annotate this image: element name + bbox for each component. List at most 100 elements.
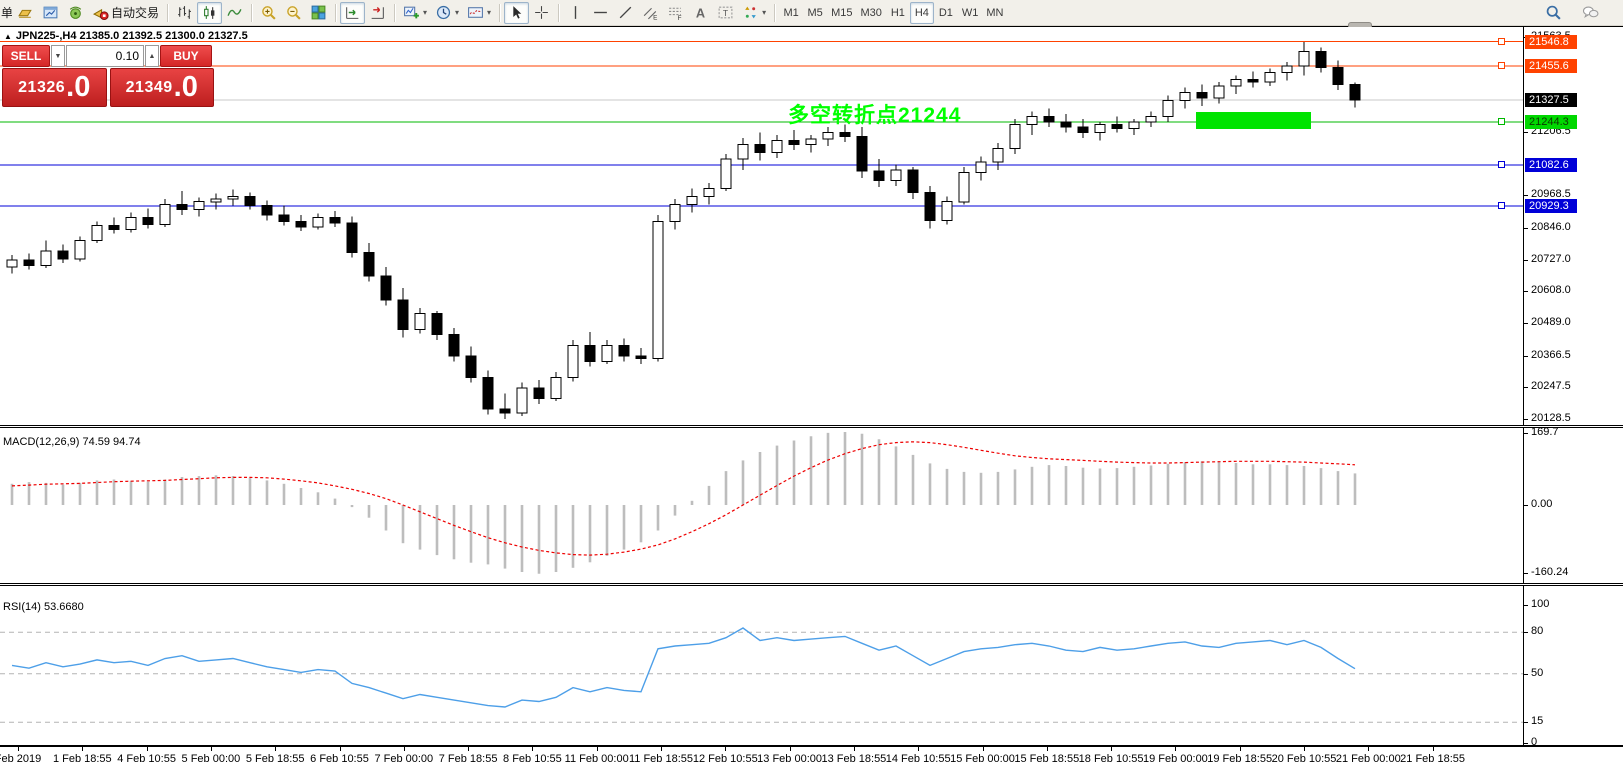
hline-drag-handle[interactable] (1498, 62, 1505, 69)
indicators-add-button[interactable]: ▾ (399, 2, 431, 24)
tab-timeframe-D1[interactable]: D1 (934, 2, 958, 24)
sell-price-button[interactable]: 21326 .0 (2, 68, 107, 107)
price-tick-mark (1524, 323, 1528, 324)
buy-price-int: 21349 (126, 79, 173, 97)
auto-scroll-button[interactable] (340, 2, 365, 24)
rsi-canvas[interactable] (0, 586, 1523, 745)
text-button[interactable] (688, 2, 713, 24)
candlestick-chart-button[interactable] (197, 2, 222, 24)
trendline-button[interactable] (613, 2, 638, 24)
chat-button[interactable] (1578, 2, 1603, 24)
current-price-label: 21327.5 (1525, 93, 1577, 107)
time-axis[interactable]: Feb 20191 Feb 18:554 Feb 10:555 Feb 00:0… (0, 747, 1523, 771)
macd-canvas[interactable] (0, 428, 1523, 583)
time-axis-label: 18 Feb 10:55 (1079, 753, 1144, 765)
pane-splitter-grip[interactable] (1348, 22, 1372, 27)
zoom-in-button[interactable] (256, 2, 281, 24)
hline-drag-handle[interactable] (1498, 38, 1505, 45)
macd-pane[interactable] (0, 428, 1523, 583)
chart-shift-button[interactable] (365, 2, 390, 24)
dropdown-caret-icon[interactable]: ▾ (762, 9, 766, 17)
gold-ingot-button[interactable] (13, 2, 38, 24)
tab-timeframe-M5[interactable]: M5 (803, 2, 827, 24)
autotrading-megaphone-button[interactable]: 自动交易 (88, 2, 163, 24)
volume-decrease-button[interactable]: ▼ (51, 45, 65, 67)
tab-timeframe-M15[interactable]: M15 (827, 2, 856, 24)
crosshair-button[interactable] (529, 2, 554, 24)
tab-timeframe-H1[interactable]: H1 (886, 2, 910, 24)
fibonacci-button[interactable] (663, 2, 688, 24)
fibonacci-icon (667, 4, 684, 21)
arrows-button[interactable]: ▾ (738, 2, 770, 24)
hline-drag-handle[interactable] (1498, 118, 1505, 125)
tile-windows-button[interactable] (306, 2, 331, 24)
equidistant-channel-button[interactable] (638, 2, 663, 24)
tab-timeframe-MN[interactable]: MN (982, 2, 1007, 24)
volume-increase-button[interactable]: ▲ (145, 45, 159, 67)
tab-timeframe-W1[interactable]: W1 (958, 2, 983, 24)
time-tick-mark (918, 747, 919, 751)
search-button[interactable] (1541, 2, 1566, 24)
hline-drag-handle[interactable] (1498, 202, 1505, 209)
price-tick: 20247.5 (1531, 380, 1571, 392)
button-label: W1 (962, 7, 979, 19)
tab-timeframe-M1[interactable]: M1 (779, 2, 803, 24)
price-level-label: 21244.3 (1525, 115, 1577, 129)
toolbar-separator (499, 4, 500, 22)
time-tick-mark (468, 747, 469, 751)
new-order[interactable]: 单 (0, 2, 13, 24)
cursor-button[interactable] (504, 2, 529, 24)
time-tick-mark (532, 747, 533, 751)
text-label-icon (717, 4, 734, 21)
tab-timeframe-M30[interactable]: M30 (856, 2, 885, 24)
price-level-label: 20929.3 (1525, 199, 1577, 213)
time-tick-mark (1175, 747, 1176, 751)
sell-button[interactable]: SELL (2, 45, 50, 67)
dropdown-caret-icon[interactable]: ▾ (455, 9, 459, 17)
pane-separator[interactable] (0, 583, 1623, 586)
hline-drag-handle[interactable] (1498, 161, 1505, 168)
vertical-line-button[interactable] (563, 2, 588, 24)
time-axis-label: 5 Feb 00:00 (182, 753, 241, 765)
buy-button[interactable]: BUY (160, 45, 212, 67)
chart-window-icon (42, 4, 59, 21)
time-tick-mark (18, 747, 19, 751)
line-chart-button[interactable] (222, 2, 247, 24)
dropdown-caret-icon[interactable]: ▾ (487, 9, 491, 17)
zoom-out-button[interactable] (281, 2, 306, 24)
mt4-application-window: 单自动交易▾▾▾▾M1M5M15M30H1H4D1W1MN ▲ JPN225-,… (0, 0, 1623, 771)
buy-price-button[interactable]: 21349 .0 (110, 68, 215, 107)
main-chart-pane[interactable] (0, 28, 1523, 425)
volume-input[interactable] (66, 45, 144, 67)
rsi-pane[interactable] (0, 586, 1523, 745)
button-label: MN (986, 7, 1003, 19)
trade-panel-prices: 21326 .0 21349 .0 (2, 68, 214, 107)
signal-button[interactable] (63, 2, 88, 24)
horizontal-line-button[interactable] (588, 2, 613, 24)
time-tick-mark (340, 747, 341, 751)
chart-window-bottom-border (0, 745, 1623, 747)
price-tick-mark (1524, 419, 1528, 420)
periods-clock-button[interactable]: ▾ (431, 2, 463, 24)
time-axis-label: 21 Feb 00:00 (1336, 753, 1401, 765)
buy-price-dec: .0 (174, 73, 198, 102)
text-label-button[interactable] (713, 2, 738, 24)
tab-timeframe-H4[interactable]: H4 (910, 2, 934, 24)
price-tick: 20846.0 (1531, 221, 1571, 233)
chart-annotation-text[interactable]: 多空转折点21244 (788, 99, 961, 129)
bar-chart-button[interactable] (172, 2, 197, 24)
dropdown-caret-icon[interactable]: ▾ (423, 9, 427, 17)
templates-button[interactable]: ▾ (463, 2, 495, 24)
macd-axis-tick-mark (1524, 573, 1528, 574)
chart-window-button[interactable] (38, 2, 63, 24)
button-label: M1 (783, 7, 798, 19)
tile-windows-icon (310, 4, 327, 21)
vertical-line-icon (567, 4, 584, 21)
price-axis[interactable]: 21563.521206.520968.520846.020727.020608… (1523, 27, 1623, 747)
rsi-axis-tick: 80 (1531, 625, 1543, 637)
candlestick-canvas[interactable] (0, 28, 1523, 425)
pane-separator[interactable] (0, 425, 1623, 428)
price-tick: 20128.5 (1531, 412, 1571, 424)
rsi-axis-tick: 15 (1531, 715, 1543, 727)
time-tick-mark (790, 747, 791, 751)
